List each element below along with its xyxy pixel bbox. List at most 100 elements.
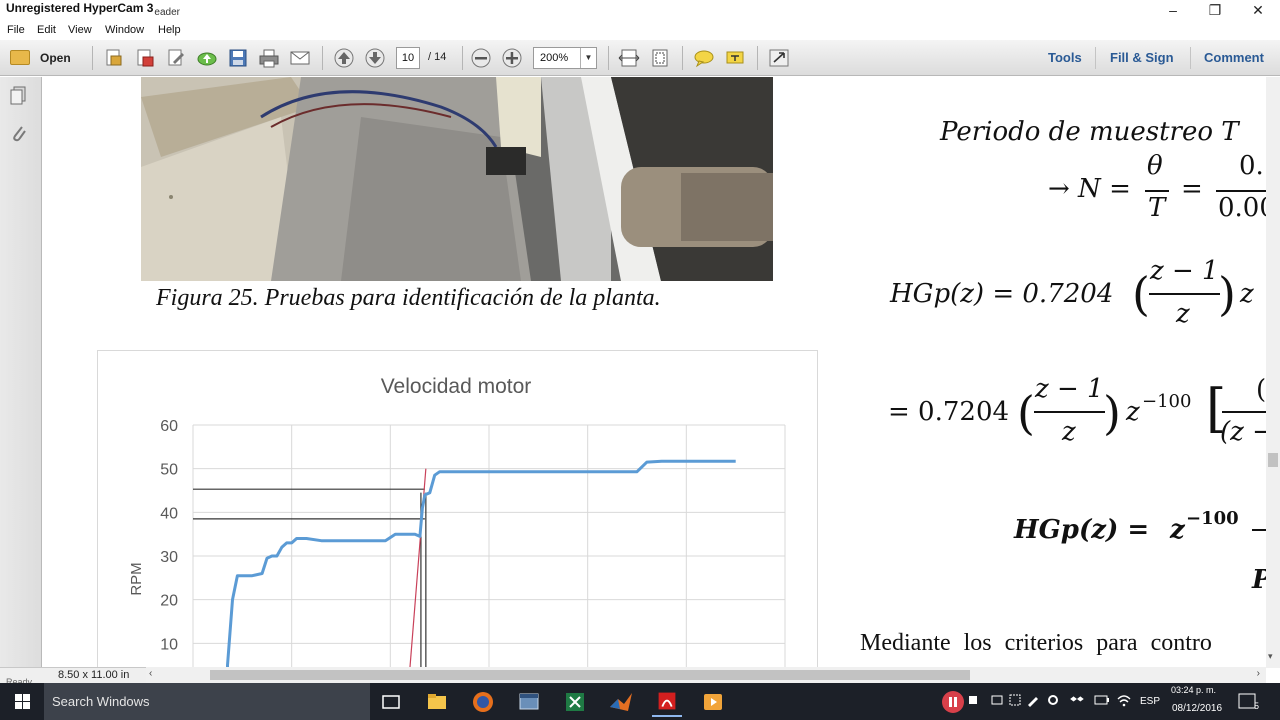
fit-width-icon[interactable] <box>618 48 640 68</box>
toolbar-divider <box>92 46 93 70</box>
export-pdf-icon[interactable] <box>134 48 156 68</box>
maximize-button[interactable]: ❐ <box>1193 0 1237 22</box>
recording-stop-icon[interactable] <box>966 693 980 707</box>
cloud-upload-icon[interactable] <box>196 48 218 68</box>
next-page-icon[interactable] <box>364 48 386 68</box>
paren-open: ( <box>1132 267 1150 321</box>
window-title: Unregistered HyperCam 3eader <box>6 1 180 18</box>
wifi-icon[interactable] <box>1116 693 1132 707</box>
toolbar-divider <box>1190 47 1191 69</box>
windows-search-box[interactable]: Search Windows <box>44 683 370 720</box>
chart-y-ticks: 10 20 30 40 50 60 <box>160 418 178 653</box>
fit-page-icon[interactable] <box>649 48 671 68</box>
menu-edit[interactable]: Edit <box>37 24 56 36</box>
recording-pause-icon[interactable] <box>940 689 966 715</box>
clock-time[interactable]: 03:24 p. m. <box>1171 685 1216 695</box>
zoom-in-icon[interactable] <box>501 48 523 68</box>
create-pdf-icon[interactable] <box>103 48 125 68</box>
clock-date[interactable]: 08/12/2016 <box>1172 703 1222 714</box>
zoom-out-icon[interactable] <box>470 48 492 68</box>
save-icon[interactable] <box>227 48 249 68</box>
menu-file[interactable]: File <box>7 24 25 36</box>
app-window-icon[interactable] <box>514 687 544 717</box>
equation-sampling-period: Periodo de muestreo T <box>940 117 1239 147</box>
minimize-button[interactable]: – <box>1151 0 1195 22</box>
open-label: Open <box>40 51 71 65</box>
task-view-icon[interactable] <box>376 687 406 717</box>
equation-n-theta: θ <box>1147 151 1163 181</box>
equation-final-lhs: HGp(z) = <box>1014 515 1150 545</box>
zoom-select[interactable]: 200% ▼ <box>533 47 597 69</box>
recording-pen-icon[interactable] <box>1026 693 1040 707</box>
paren-close: ) <box>1218 267 1236 321</box>
chart-y-tick-label: 40 <box>160 505 178 522</box>
language-indicator[interactable]: ESP <box>1140 696 1160 707</box>
toolbar-divider <box>322 46 323 70</box>
firefox-icon[interactable] <box>468 687 498 717</box>
restore-icon: ❐ <box>1208 2 1222 18</box>
zoom-value: 200% <box>540 52 569 64</box>
comment-link[interactable]: Comment <box>1204 50 1264 65</box>
vertical-scroll-thumb[interactable] <box>1268 453 1278 467</box>
scroll-right-icon[interactable]: › <box>1257 668 1260 679</box>
menu-bar: File Edit View Window Help <box>0 22 1280 40</box>
navigation-pane <box>0 77 42 668</box>
email-icon[interactable] <box>289 48 311 68</box>
menu-view[interactable]: View <box>68 24 92 36</box>
equation-expansion-z: z <box>1126 397 1140 427</box>
chart-y-tick-label: 60 <box>160 418 178 435</box>
horizontal-scrollbar[interactable]: ‹ › <box>146 667 1266 683</box>
chart-y-tick-label: 10 <box>160 636 178 653</box>
open-button[interactable]: Open <box>6 47 80 69</box>
recording-settings-icon[interactable] <box>1046 693 1060 707</box>
equation-hgp-tail: z <box>1240 279 1254 309</box>
document-view[interactable]: Figura 25. Pruebas para identificación d… <box>42 77 1266 667</box>
print-icon[interactable] <box>258 48 280 68</box>
menu-window[interactable]: Window <box>105 24 144 36</box>
toolbar-divider <box>1095 47 1096 69</box>
fraction-bar <box>1145 190 1169 192</box>
chevron-down-icon[interactable]: ▼ <box>580 48 596 68</box>
toolbar-divider <box>757 46 758 70</box>
windows-start-icon[interactable] <box>0 683 44 720</box>
recording-region-icon[interactable] <box>1008 693 1022 707</box>
matlab-icon[interactable] <box>606 687 636 717</box>
highlight-text-icon[interactable] <box>724 48 746 68</box>
recording-window-icon[interactable] <box>990 693 1004 707</box>
hypercam-icon[interactable] <box>698 687 728 717</box>
expand-icon[interactable] <box>768 48 790 68</box>
velocity-chart: Velocidad motor RPM 10 20 30 40 50 60 <box>128 375 786 667</box>
scroll-down-icon[interactable]: ▾ <box>1268 651 1273 662</box>
dropbox-icon[interactable] <box>1070 693 1084 707</box>
fraction-bar <box>1222 411 1266 413</box>
windows-taskbar: Search Windows ESP 03:24 p. m. 08/12/201… <box>0 683 1280 720</box>
window-title-underlay: eader <box>154 7 180 18</box>
file-explorer-icon[interactable] <box>422 687 452 717</box>
equation-n-numerator: 0. <box>1239 151 1264 181</box>
equation-n-equals: = <box>1181 174 1203 204</box>
page-thumbnails-icon[interactable] <box>9 85 29 107</box>
toolbar-divider <box>608 46 609 70</box>
vertical-scrollbar[interactable]: ▾ <box>1266 77 1280 668</box>
tools-link[interactable]: Tools <box>1048 50 1082 65</box>
equation-final-partial: P <box>1252 565 1266 595</box>
fill-sign-link[interactable]: Fill & Sign <box>1110 50 1174 65</box>
adobe-reader-icon[interactable] <box>652 687 682 717</box>
chart-y-tick-label: 30 <box>160 549 178 566</box>
close-button[interactable]: ✕ <box>1236 0 1280 22</box>
chart-series-group <box>226 459 736 667</box>
menu-help[interactable]: Help <box>158 24 181 36</box>
excel-icon[interactable] <box>560 687 590 717</box>
edit-document-icon[interactable] <box>165 48 187 68</box>
status-bar: Ready 8.50 x 11.00 in <box>0 667 146 687</box>
attachment-paperclip-icon[interactable] <box>9 123 29 145</box>
page-total-label: / 14 <box>428 51 447 63</box>
previous-page-icon[interactable] <box>333 48 355 68</box>
scroll-left-icon[interactable]: ‹ <box>149 668 152 679</box>
horizontal-scroll-thumb[interactable] <box>210 670 970 680</box>
comment-bubble-icon[interactable] <box>693 48 715 68</box>
fraction-bar <box>1149 293 1220 295</box>
chart-reference-lines <box>193 468 427 667</box>
page-number-input[interactable]: 10 <box>396 47 420 69</box>
window-title-bar: Unregistered HyperCam 3eader – ❐ ✕ <box>0 0 1280 22</box>
